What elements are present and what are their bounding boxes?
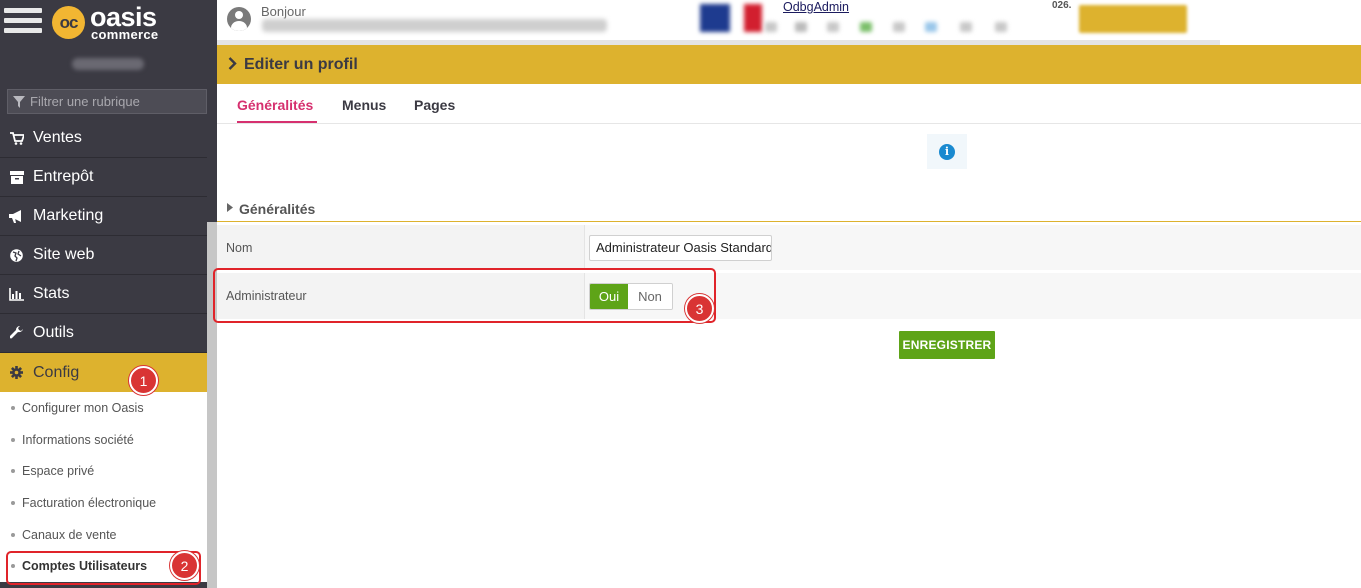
- bullhorn-icon: [0, 209, 33, 223]
- section-header[interactable]: Généralités: [217, 196, 1361, 222]
- sidebar-item-label: Ventes: [33, 129, 82, 146]
- french-flag-icon[interactable]: [700, 4, 762, 32]
- name-field[interactable]: Administrateur Oasis Standard: [589, 235, 772, 261]
- info-icon[interactable]: i: [939, 143, 955, 160]
- tab-pages[interactable]: Pages: [414, 97, 455, 113]
- bullet-icon: [11, 405, 15, 410]
- tab-generalites[interactable]: Généralités: [237, 97, 313, 113]
- tab-bar: Généralités Menus Pages: [217, 84, 1361, 124]
- bullet-icon: [11, 532, 15, 537]
- subitem-configurer-mon-oasis[interactable]: Configurer mon Oasis: [0, 392, 207, 424]
- info-panel: i: [927, 134, 967, 169]
- sidebar-item-label: Entrepôt: [33, 168, 94, 185]
- version-code-text: 026.: [1052, 0, 1072, 11]
- globe-icon: [0, 248, 33, 262]
- subitem-label: Canaux de vente: [22, 527, 117, 542]
- bullet-icon: [11, 500, 15, 505]
- highlight-administrateur-row: [213, 268, 716, 323]
- subitem-facturation-electronique[interactable]: Facturation électronique: [0, 487, 207, 519]
- name-label: Nom: [226, 241, 253, 255]
- save-button[interactable]: ENREGISTRER: [899, 331, 995, 359]
- blurred-user-info: [262, 19, 607, 32]
- sidebar-item-outils[interactable]: Outils: [0, 314, 207, 353]
- subitem-label: Espace privé: [22, 464, 95, 479]
- sidebar-header: oc oasis commerce: [0, 0, 217, 130]
- subitem-label: Facturation électronique: [22, 495, 157, 510]
- sidebar-item-label: Outils: [33, 324, 74, 341]
- sidebar-item-site-web[interactable]: Site web: [0, 236, 207, 275]
- blurred-username: [72, 58, 144, 70]
- sidebar-item-entrepot[interactable]: Entrepôt: [0, 158, 207, 197]
- page-title-bar: Editer un profil: [217, 45, 1361, 84]
- sidebar-item-stats[interactable]: Stats: [0, 275, 207, 314]
- admin-user-link[interactable]: OdbgAdmin: [783, 0, 849, 14]
- bar-chart-icon: [0, 287, 33, 301]
- page-title: Editer un profil: [244, 55, 358, 73]
- sidebar-item-marketing[interactable]: Marketing: [0, 197, 207, 236]
- tab-menus[interactable]: Menus: [342, 97, 386, 113]
- subitem-espace-prive[interactable]: Espace privé: [0, 455, 207, 487]
- sidebar-item-label: Stats: [33, 285, 70, 302]
- logo-mark: oc: [52, 6, 85, 39]
- filter-field[interactable]: [7, 89, 207, 114]
- archive-icon: [0, 170, 33, 184]
- hamburger-menu-icon[interactable]: [4, 6, 42, 36]
- chevron-right-icon: [228, 56, 237, 73]
- filter-funnel-icon: [8, 95, 30, 108]
- filter-input[interactable]: [30, 94, 206, 109]
- form-row-name: Nom Administrateur Oasis Standard: [217, 225, 1361, 270]
- section-title: Généralités: [239, 200, 316, 217]
- subitem-label: Informations société: [22, 432, 134, 447]
- subitem-label: Configurer mon Oasis: [22, 400, 144, 415]
- sidebar-item-label: Marketing: [33, 207, 104, 224]
- annotation-badge-2: 2: [170, 551, 199, 580]
- subitem-canaux-de-vente[interactable]: Canaux de vente: [0, 519, 207, 551]
- name-field-value: Administrateur Oasis Standard: [596, 240, 772, 255]
- sidebar-menu: Ventes Entrepôt Marketing Site web Stats: [0, 119, 207, 583]
- caret-right-icon: [227, 203, 233, 214]
- sidebar-item-label: Config: [33, 363, 80, 381]
- blurred-status-icons: [765, 20, 1045, 34]
- subitem-informations-societe[interactable]: Informations société: [0, 424, 207, 456]
- gear-icon: [0, 366, 33, 379]
- bullet-icon: [11, 469, 15, 474]
- annotation-badge-3: 3: [685, 294, 714, 323]
- logo-text-commerce: commerce: [91, 27, 159, 42]
- user-avatar-icon[interactable]: [227, 7, 251, 31]
- greeting-text: Bonjour: [261, 4, 306, 19]
- sidebar-item-ventes[interactable]: Ventes: [0, 119, 207, 158]
- blurred-top-button[interactable]: [1079, 5, 1187, 33]
- cart-icon: [0, 131, 33, 145]
- sidebar: oc oasis commerce Ventes Entrepôt: [0, 0, 217, 588]
- annotation-badge-1: 1: [129, 366, 158, 395]
- wrench-icon: [0, 326, 33, 340]
- active-tab-indicator: [237, 121, 317, 123]
- sidebar-item-label: Site web: [33, 246, 95, 263]
- bullet-icon: [11, 437, 15, 442]
- sidebar-item-config[interactable]: Config: [0, 353, 207, 392]
